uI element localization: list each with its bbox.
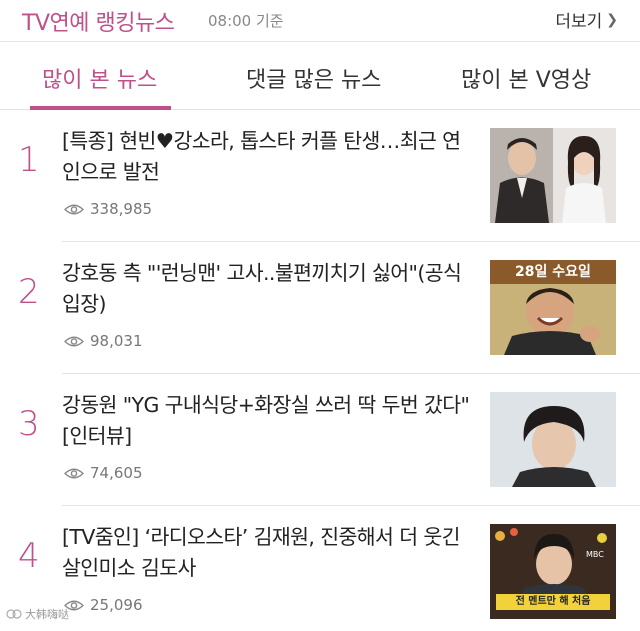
tab-most-viewed[interactable]: 많이 본 뉴스 <box>42 62 157 94</box>
news-item-3[interactable]: 3 강동원 "YG 구내식당+화장실 쓰러 딱 두번 갔다"[인터뷰] 74,6… <box>0 374 640 505</box>
rank-number: 4 <box>18 536 40 576</box>
view-count: 25,096 <box>64 596 143 614</box>
view-count-value: 74,605 <box>90 464 143 482</box>
update-time: 08:00 기준 <box>208 12 284 30</box>
view-count-value: 25,096 <box>90 596 143 614</box>
more-label: 더보기 <box>555 12 603 32</box>
rank-number: 2 <box>18 272 40 312</box>
news-item-4[interactable]: 4 [TV줌인] ‘라디오스타’ 김재원, 진중해서 더 웃긴 살인미소 김도사… <box>0 506 640 631</box>
thumb-caption-text: 전 멘트만 해 처음 <box>496 594 610 610</box>
news-thumbnail[interactable]: 28일 수요일 <box>490 260 616 355</box>
view-count-value: 98,031 <box>90 332 143 350</box>
news-thumbnail[interactable] <box>490 128 616 223</box>
news-title[interactable]: [특종] 현빈♥강소라, 톱스타 커플 탄생…최근 연인으로 발전 <box>62 126 472 188</box>
news-item-1[interactable]: 1 [특종] 현빈♥강소라, 톱스타 커플 탄생…최근 연인으로 발전 338,… <box>0 110 640 241</box>
eye-icon <box>64 468 84 478</box>
header-bar: TV연예 랭킹뉴스 08:00 기준 더보기 ❯ <box>0 0 640 42</box>
news-thumbnail[interactable] <box>490 392 616 487</box>
thumb-logo-text: MBC <box>586 550 604 559</box>
view-count: 98,031 <box>64 332 143 350</box>
news-title[interactable]: [TV줌인] ‘라디오스타’ 김재원, 진중해서 더 웃긴 살인미소 김도사 <box>62 522 472 584</box>
rank-number: 3 <box>18 404 40 444</box>
couple-photo <box>490 128 616 223</box>
rank-number: 1 <box>18 140 40 180</box>
tab-bar: 많이 본 뉴스 댓글 많은 뉴스 많이 본 V영상 <box>0 42 640 110</box>
tab-most-commented[interactable]: 댓글 많은 뉴스 <box>246 62 381 94</box>
tab-most-viewed-video[interactable]: 많이 본 V영상 <box>461 62 591 94</box>
chevron-right-icon: ❯ <box>606 11 618 28</box>
news-title[interactable]: 강호동 측 "'런닝맨' 고사..불편끼치기 싫어"(공식입장) <box>62 258 472 320</box>
more-button[interactable]: 더보기 ❯ <box>555 7 618 33</box>
watermark-logo-icon <box>6 609 22 619</box>
page-title: TV연예 랭킹뉴스 <box>22 11 175 36</box>
view-count-value: 338,985 <box>90 200 153 218</box>
watermark-text: 大韩嗨哒 <box>25 608 69 621</box>
watermark: 大韩嗨哒 <box>6 606 69 622</box>
man-photo <box>504 288 600 355</box>
eye-icon <box>64 336 84 346</box>
view-count: 338,985 <box>64 200 152 218</box>
news-title[interactable]: 강동원 "YG 구내식당+화장실 쓰러 딱 두번 갔다"[인터뷰] <box>62 390 472 452</box>
news-item-2[interactable]: 2 강호동 측 "'런닝맨' 고사..불편끼치기 싫어"(공식입장) 98,03… <box>0 242 640 373</box>
news-thumbnail[interactable]: MBC 전 멘트만 해 처음 <box>490 524 616 619</box>
view-count: 74,605 <box>64 464 143 482</box>
eye-icon <box>64 204 84 214</box>
actor-photo <box>490 392 616 487</box>
